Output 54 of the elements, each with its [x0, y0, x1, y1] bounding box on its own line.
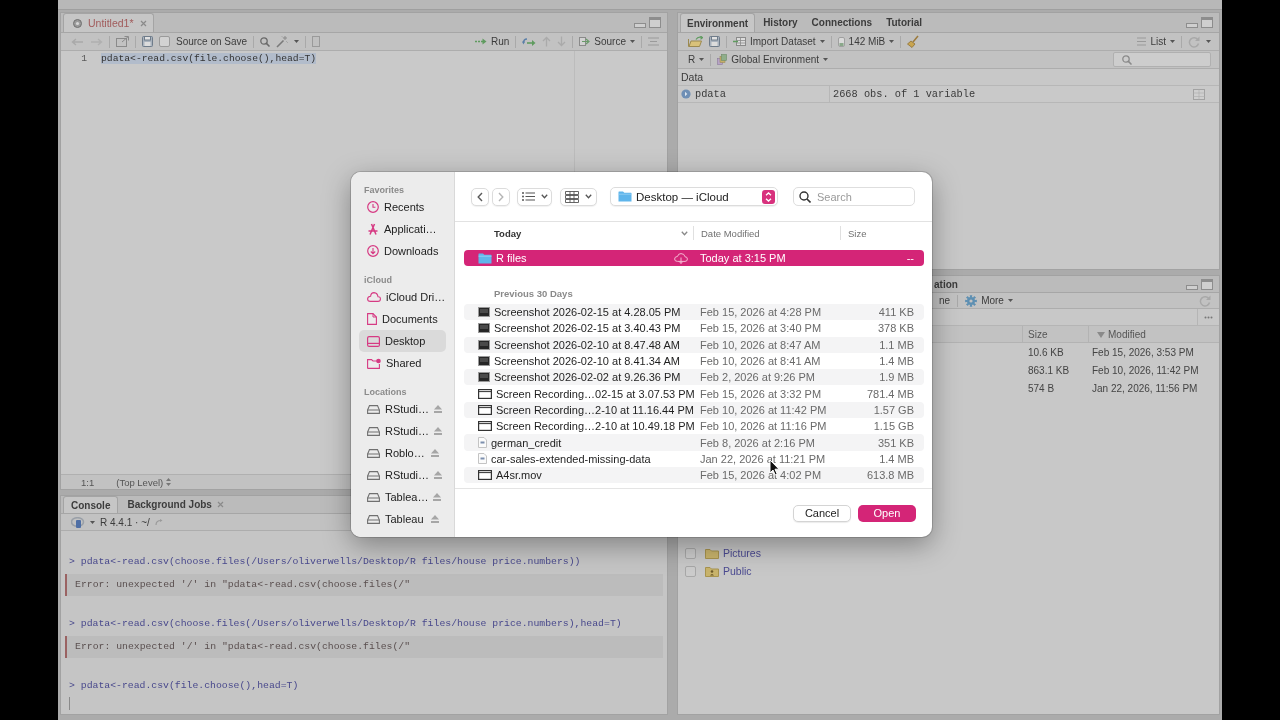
file-size: 378 KB: [877, 322, 914, 335]
console-command: > pdata<-read.csv(choose.files(/Users/oliverwells/Desktop/R files/house price.numbers)): [68, 555, 582, 569]
date-modified: Feb 2, 2026 at 9:26 PM: [700, 371, 815, 384]
file-size: 1.4 MB: [879, 355, 914, 368]
file-size: 1.57 GB: [873, 403, 914, 416]
file-size: 1.4 MB: [879, 452, 914, 465]
file-name: A4sr.mov: [496, 469, 542, 482]
file-name: Screenshot 2026-02-15 at 3.40.43 PM: [494, 322, 681, 335]
date-modified: Feb 15, 2026 at 4:28 PM: [700, 306, 822, 319]
file-size: 781.4 MB: [866, 387, 914, 400]
file-size: 10.6 KB: [1028, 346, 1064, 358]
file-size: --: [906, 252, 914, 264]
modified-date: Feb 10, 2026, 11:42 PM: [1092, 364, 1199, 376]
file-size: 613.8 MB: [866, 469, 914, 482]
date-modified: Feb 10, 2026 at 11:16 PM: [700, 420, 827, 433]
console-error: Error: unexpected '/' in "pdata<-read.csv(choose.files(/": [65, 574, 663, 596]
line-number: 1: [80, 52, 87, 65]
file-name: car-sales-extended-missing-data: [491, 452, 651, 465]
file-name: R files: [496, 252, 527, 264]
file-name: Screen Recording…2-10 at 10.49.18 PM: [496, 420, 695, 433]
file-name: Screenshot 2026-02-02 at 9.26.36 PM: [494, 371, 681, 384]
file-name: Screen Recording…02-15 at 3.07.53 PM: [496, 387, 695, 400]
r-version-label: R 4.4.1 · ~/: [100, 516, 150, 528]
file-name: german_credit: [491, 436, 562, 449]
section-heading: iCloud: [363, 274, 393, 286]
file-size: 351 KB: [877, 436, 914, 449]
section-heading: Favorites: [363, 184, 406, 196]
date-modified: Feb 8, 2026 at 2:16 PM: [700, 436, 815, 449]
file-name: Screenshot 2026-02-10 at 8.41.34 AM: [494, 355, 680, 368]
section-heading: Locations: [363, 386, 408, 398]
date-modified: Feb 10, 2026 at 8:41 AM: [700, 355, 821, 368]
console-error: Error: unexpected '/' in "pdata<-read.csv(choose.files(/": [65, 636, 663, 658]
console-command: > pdata<-read.csv(choose.files(/Users/oliverwells/Desktop/R files/house price.numbers),head=T): [68, 617, 623, 631]
modified-date: Jan 22, 2026, 11:56 PM: [1092, 383, 1198, 395]
cursor-position: 1:1: [81, 476, 95, 488]
file-size: 863.1 KB: [1028, 364, 1070, 376]
file-size: 1.9 MB: [879, 371, 914, 384]
date-modified: Feb 15, 2026 at 3:32 PM: [700, 387, 822, 400]
date-modified: Feb 10, 2026 at 11:42 PM: [700, 403, 827, 416]
file-size: 1.1 MB: [879, 338, 914, 351]
variable-name: pdata: [695, 88, 726, 100]
variable-value: 2668 obs. of 1 variable: [833, 88, 976, 100]
file-name: Screenshot 2026-02-15 at 4.28.05 PM: [494, 306, 681, 319]
file-size: 574 B: [1028, 383, 1055, 395]
date-modified: Feb 10, 2026 at 8:47 AM: [700, 338, 821, 351]
date-modified: Feb 15, 2026 at 3:40 PM: [700, 322, 822, 335]
modified-date: Feb 15, 2026, 3:53 PM: [1092, 346, 1194, 358]
file-size: 411 KB: [878, 306, 914, 319]
file-name: Screen Recording…2-10 at 11.16.44 PM: [496, 403, 694, 416]
group-heading: Previous 30 Days: [493, 287, 574, 301]
file-size: 1.15 GB: [873, 420, 914, 433]
file-name: Screenshot 2026-02-10 at 8.47.48 AM: [494, 338, 680, 351]
console-command: > pdata<-read.csv(file.choose(),head=T): [68, 679, 300, 693]
date-modified: Today at 3:15 PM: [700, 252, 786, 264]
